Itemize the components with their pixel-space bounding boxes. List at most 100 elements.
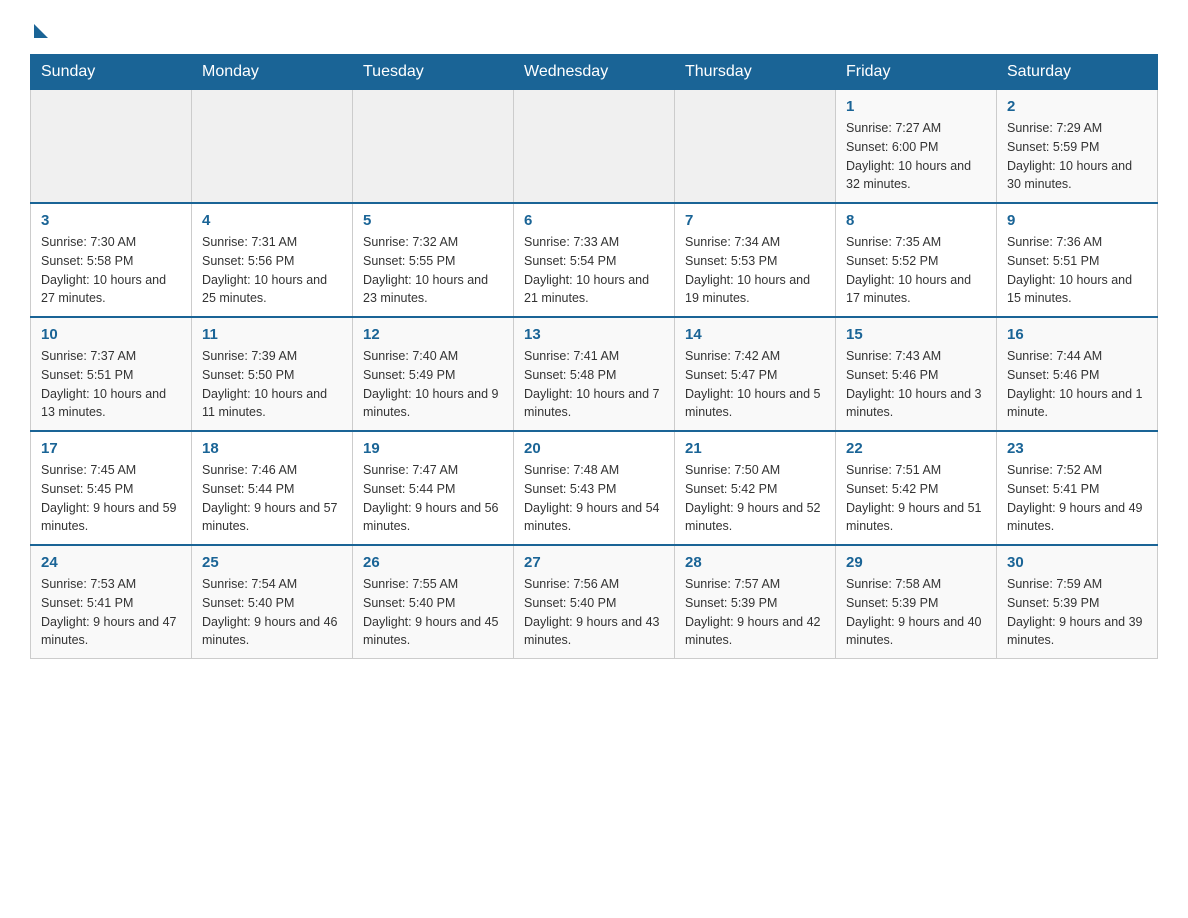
day-number: 27: [524, 554, 664, 571]
day-of-week-header: Saturday: [997, 55, 1158, 90]
day-number: 21: [685, 440, 825, 457]
day-number: 3: [41, 212, 181, 229]
day-number: 14: [685, 326, 825, 343]
day-sun-info: Sunrise: 7:59 AMSunset: 5:39 PMDaylight:…: [1007, 575, 1147, 650]
calendar-day-cell: 27 Sunrise: 7:56 AMSunset: 5:40 PMDayligh…: [514, 545, 675, 659]
calendar-day-cell: 15 Sunrise: 7:43 AMSunset: 5:46 PMDayligh…: [836, 317, 997, 431]
day-sun-info: Sunrise: 7:36 AMSunset: 5:51 PMDaylight:…: [1007, 233, 1147, 308]
day-number: 20: [524, 440, 664, 457]
day-sun-info: Sunrise: 7:41 AMSunset: 5:48 PMDaylight:…: [524, 347, 664, 422]
calendar-day-cell: [514, 90, 675, 204]
calendar-day-cell: 14 Sunrise: 7:42 AMSunset: 5:47 PMDayligh…: [675, 317, 836, 431]
day-sun-info: Sunrise: 7:33 AMSunset: 5:54 PMDaylight:…: [524, 233, 664, 308]
day-sun-info: Sunrise: 7:39 AMSunset: 5:50 PMDaylight:…: [202, 347, 342, 422]
day-number: 2: [1007, 98, 1147, 115]
calendar-day-cell: 4 Sunrise: 7:31 AMSunset: 5:56 PMDaylight…: [192, 203, 353, 317]
logo-arrow-icon: [34, 24, 48, 38]
day-number: 9: [1007, 212, 1147, 229]
calendar-day-cell: 9 Sunrise: 7:36 AMSunset: 5:51 PMDaylight…: [997, 203, 1158, 317]
calendar-week-row: 3 Sunrise: 7:30 AMSunset: 5:58 PMDaylight…: [31, 203, 1158, 317]
calendar-day-cell: 10 Sunrise: 7:37 AMSunset: 5:51 PMDayligh…: [31, 317, 192, 431]
day-sun-info: Sunrise: 7:54 AMSunset: 5:40 PMDaylight:…: [202, 575, 342, 650]
calendar-day-cell: 19 Sunrise: 7:47 AMSunset: 5:44 PMDayligh…: [353, 431, 514, 545]
day-number: 30: [1007, 554, 1147, 571]
day-number: 5: [363, 212, 503, 229]
day-number: 15: [846, 326, 986, 343]
day-sun-info: Sunrise: 7:44 AMSunset: 5:46 PMDaylight:…: [1007, 347, 1147, 422]
day-sun-info: Sunrise: 7:48 AMSunset: 5:43 PMDaylight:…: [524, 461, 664, 536]
day-sun-info: Sunrise: 7:50 AMSunset: 5:42 PMDaylight:…: [685, 461, 825, 536]
day-sun-info: Sunrise: 7:31 AMSunset: 5:56 PMDaylight:…: [202, 233, 342, 308]
calendar-day-cell: 26 Sunrise: 7:55 AMSunset: 5:40 PMDayligh…: [353, 545, 514, 659]
calendar-day-cell: 5 Sunrise: 7:32 AMSunset: 5:55 PMDaylight…: [353, 203, 514, 317]
calendar-header-row: SundayMondayTuesdayWednesdayThursdayFrid…: [31, 55, 1158, 90]
calendar-day-cell: 16 Sunrise: 7:44 AMSunset: 5:46 PMDayligh…: [997, 317, 1158, 431]
logo: [30, 20, 48, 34]
calendar-day-cell: 3 Sunrise: 7:30 AMSunset: 5:58 PMDaylight…: [31, 203, 192, 317]
day-number: 16: [1007, 326, 1147, 343]
calendar-day-cell: 29 Sunrise: 7:58 AMSunset: 5:39 PMDayligh…: [836, 545, 997, 659]
calendar-day-cell: [675, 90, 836, 204]
day-sun-info: Sunrise: 7:53 AMSunset: 5:41 PMDaylight:…: [41, 575, 181, 650]
calendar-day-cell: [192, 90, 353, 204]
day-sun-info: Sunrise: 7:55 AMSunset: 5:40 PMDaylight:…: [363, 575, 503, 650]
calendar-week-row: 24 Sunrise: 7:53 AMSunset: 5:41 PMDayligh…: [31, 545, 1158, 659]
calendar-day-cell: [31, 90, 192, 204]
calendar-day-cell: [353, 90, 514, 204]
day-sun-info: Sunrise: 7:46 AMSunset: 5:44 PMDaylight:…: [202, 461, 342, 536]
day-number: 13: [524, 326, 664, 343]
day-sun-info: Sunrise: 7:51 AMSunset: 5:42 PMDaylight:…: [846, 461, 986, 536]
day-sun-info: Sunrise: 7:58 AMSunset: 5:39 PMDaylight:…: [846, 575, 986, 650]
page-header: [30, 20, 1158, 34]
day-sun-info: Sunrise: 7:37 AMSunset: 5:51 PMDaylight:…: [41, 347, 181, 422]
day-sun-info: Sunrise: 7:32 AMSunset: 5:55 PMDaylight:…: [363, 233, 503, 308]
calendar-table: SundayMondayTuesdayWednesdayThursdayFrid…: [30, 54, 1158, 659]
day-sun-info: Sunrise: 7:42 AMSunset: 5:47 PMDaylight:…: [685, 347, 825, 422]
day-number: 19: [363, 440, 503, 457]
calendar-day-cell: 22 Sunrise: 7:51 AMSunset: 5:42 PMDayligh…: [836, 431, 997, 545]
calendar-day-cell: 12Sunrise: 7:40 AMSunset: 5:49 PMDayligh…: [353, 317, 514, 431]
day-number: 11: [202, 326, 342, 343]
day-sun-info: Sunrise: 7:47 AMSunset: 5:44 PMDaylight:…: [363, 461, 503, 536]
day-of-week-header: Friday: [836, 55, 997, 90]
calendar-day-cell: 30 Sunrise: 7:59 AMSunset: 5:39 PMDayligh…: [997, 545, 1158, 659]
day-number: 28: [685, 554, 825, 571]
day-sun-info: Sunrise: 7:52 AMSunset: 5:41 PMDaylight:…: [1007, 461, 1147, 536]
calendar-day-cell: 1Sunrise: 7:27 AMSunset: 6:00 PMDaylight…: [836, 90, 997, 204]
day-number: 24: [41, 554, 181, 571]
day-number: 7: [685, 212, 825, 229]
calendar-day-cell: 13 Sunrise: 7:41 AMSunset: 5:48 PMDayligh…: [514, 317, 675, 431]
day-number: 17: [41, 440, 181, 457]
day-sun-info: Sunrise: 7:57 AMSunset: 5:39 PMDaylight:…: [685, 575, 825, 650]
calendar-day-cell: 21 Sunrise: 7:50 AMSunset: 5:42 PMDayligh…: [675, 431, 836, 545]
day-sun-info: Sunrise: 7:56 AMSunset: 5:40 PMDaylight:…: [524, 575, 664, 650]
day-sun-info: Sunrise: 7:40 AMSunset: 5:49 PMDaylight:…: [363, 347, 503, 422]
day-number: 4: [202, 212, 342, 229]
day-number: 26: [363, 554, 503, 571]
day-sun-info: Sunrise: 7:30 AMSunset: 5:58 PMDaylight:…: [41, 233, 181, 308]
day-number: 23: [1007, 440, 1147, 457]
day-of-week-header: Sunday: [31, 55, 192, 90]
calendar-day-cell: 2Sunrise: 7:29 AMSunset: 5:59 PMDaylight…: [997, 90, 1158, 204]
day-number: 25: [202, 554, 342, 571]
day-number: 18: [202, 440, 342, 457]
calendar-day-cell: 18 Sunrise: 7:46 AMSunset: 5:44 PMDayligh…: [192, 431, 353, 545]
day-of-week-header: Tuesday: [353, 55, 514, 90]
calendar-day-cell: 24 Sunrise: 7:53 AMSunset: 5:41 PMDayligh…: [31, 545, 192, 659]
calendar-day-cell: 17 Sunrise: 7:45 AMSunset: 5:45 PMDayligh…: [31, 431, 192, 545]
day-number: 10: [41, 326, 181, 343]
day-sun-info: Sunrise: 7:43 AMSunset: 5:46 PMDaylight:…: [846, 347, 986, 422]
day-number: 8: [846, 212, 986, 229]
calendar-day-cell: 20 Sunrise: 7:48 AMSunset: 5:43 PMDayligh…: [514, 431, 675, 545]
day-of-week-header: Wednesday: [514, 55, 675, 90]
calendar-day-cell: 25 Sunrise: 7:54 AMSunset: 5:40 PMDayligh…: [192, 545, 353, 659]
day-number: 22: [846, 440, 986, 457]
calendar-week-row: 1Sunrise: 7:27 AMSunset: 6:00 PMDaylight…: [31, 90, 1158, 204]
calendar-day-cell: 6 Sunrise: 7:33 AMSunset: 5:54 PMDaylight…: [514, 203, 675, 317]
day-sun-info: Sunrise: 7:45 AMSunset: 5:45 PMDaylight:…: [41, 461, 181, 536]
day-number: 29: [846, 554, 986, 571]
day-sun-info: Sunrise: 7:27 AMSunset: 6:00 PMDaylight:…: [846, 119, 986, 194]
calendar-day-cell: 28 Sunrise: 7:57 AMSunset: 5:39 PMDayligh…: [675, 545, 836, 659]
day-number: 6: [524, 212, 664, 229]
calendar-day-cell: 23 Sunrise: 7:52 AMSunset: 5:41 PMDayligh…: [997, 431, 1158, 545]
